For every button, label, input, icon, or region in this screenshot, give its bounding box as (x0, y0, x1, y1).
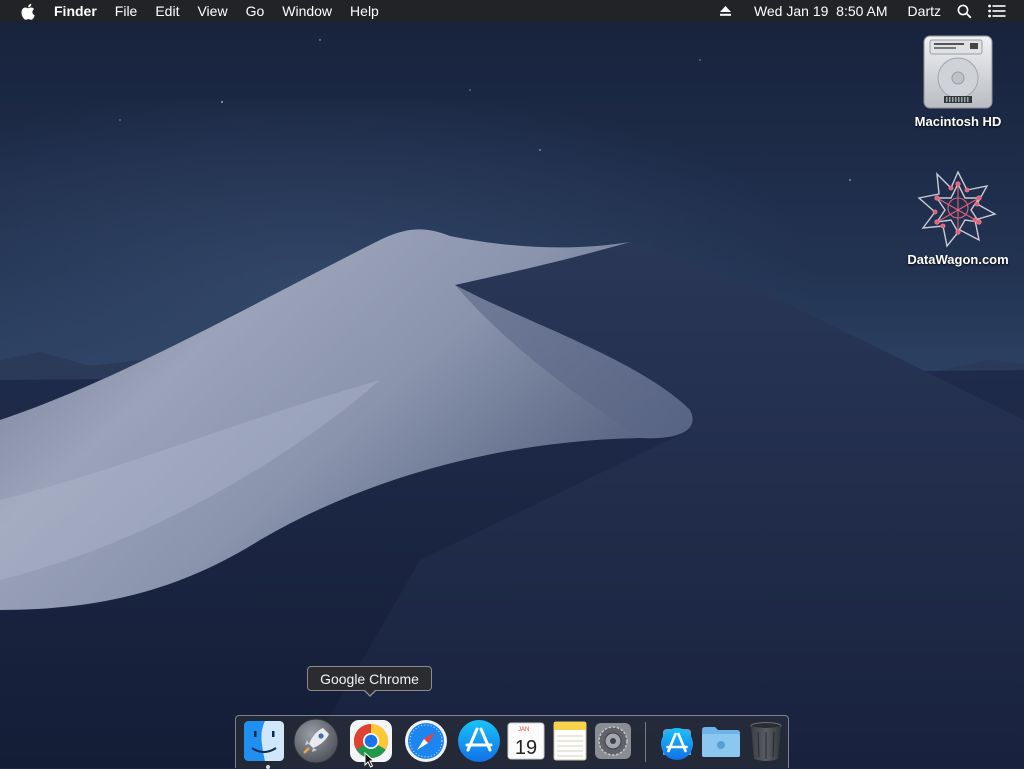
downloads-stack-icon (661, 728, 693, 760)
app-store-icon (458, 720, 500, 762)
menu-view[interactable]: View (188, 0, 236, 22)
hard-drive-icon (920, 32, 996, 110)
user-name[interactable]: Dartz (900, 0, 949, 22)
spotlight-search-icon[interactable] (949, 4, 980, 19)
dock-tooltip: Google Chrome (307, 666, 432, 691)
running-indicator (266, 765, 270, 769)
folder-icon (702, 727, 740, 757)
dock-item-launchpad[interactable] (292, 718, 340, 764)
desktop-icon-label: Macintosh HD (914, 114, 1002, 129)
dock-item-downloads[interactable] (653, 718, 701, 764)
eject-icon[interactable] (711, 5, 740, 17)
dock-item-system-preferences[interactable] (589, 718, 637, 764)
menu-file[interactable]: File (106, 0, 147, 22)
dock: JAN 19 (235, 715, 790, 769)
dock-separator (645, 722, 646, 762)
desktop-wallpaper (0, 0, 1024, 768)
dock-item-app-store[interactable] (455, 718, 503, 764)
notes-icon (553, 721, 587, 761)
mouse-cursor (364, 752, 376, 768)
dock-item-calendar[interactable]: JAN 19 (502, 718, 550, 764)
notification-center-icon[interactable] (980, 4, 1014, 18)
desktop-icon-label: DataWagon.com (907, 252, 1009, 267)
menu-app-finder[interactable]: Finder (48, 0, 106, 22)
finder-icon (244, 721, 284, 761)
desktop-icon-datawagon[interactable]: DataWagon.com (898, 168, 1018, 267)
network-volume-icon (915, 168, 1001, 248)
menu-help[interactable]: Help (341, 0, 388, 22)
tooltip-arrow-fill (364, 689, 376, 695)
menu-edit[interactable]: Edit (146, 0, 188, 22)
dock-item-folder[interactable] (697, 718, 745, 764)
dock-item-safari[interactable] (402, 718, 450, 764)
desktop-icon-macintosh-hd[interactable]: Macintosh HD (898, 32, 1018, 129)
dock-item-finder[interactable] (240, 718, 288, 769)
menu-bar: Finder File Edit View Go Window Help Wed… (0, 0, 1024, 22)
apple-logo-icon[interactable] (17, 0, 37, 22)
calendar-month: JAN (518, 727, 529, 733)
launchpad-icon (293, 718, 339, 764)
calendar-icon: JAN 19 (507, 722, 545, 760)
clock[interactable]: Wed Jan 19 8:50 AM (746, 0, 896, 22)
system-preferences-icon (595, 723, 631, 759)
dock-item-trash[interactable] (742, 718, 790, 764)
calendar-day: 19 (515, 737, 537, 759)
dock-item-notes[interactable] (546, 718, 594, 764)
menu-window[interactable]: Window (273, 0, 341, 22)
safari-icon (405, 720, 447, 762)
trash-icon (750, 722, 782, 761)
menu-go[interactable]: Go (237, 0, 274, 22)
